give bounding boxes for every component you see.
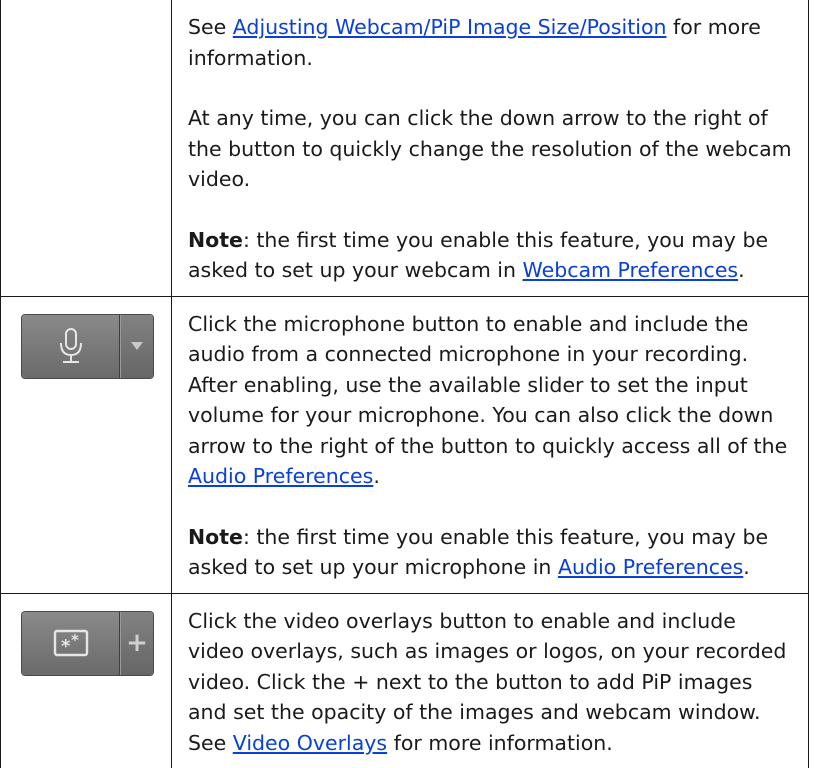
button-cell-empty	[0, 0, 172, 297]
dropdown-arrow-icon	[131, 342, 143, 350]
add-overlay-button[interactable]: +	[120, 611, 153, 675]
microphone-toggle[interactable]	[22, 314, 120, 378]
webcam-preferences-link[interactable]: Webcam Preferences	[523, 258, 739, 282]
note-paragraph: Note: the first time you enable this fea…	[188, 227, 769, 283]
note-paragraph: Note: the first time you enable this fea…	[188, 524, 769, 580]
description-cell: Click the video overlays button to enabl…	[171, 592, 809, 768]
microphone-button[interactable]	[22, 314, 153, 378]
microphone-icon	[59, 328, 82, 363]
audio-preferences-link[interactable]: Audio Preferences	[558, 555, 743, 579]
paragraph: See Adjusting Webcam/PiP Image Size/Posi…	[188, 15, 761, 70]
svg-text:*: *	[61, 636, 71, 657]
video-overlays-button[interactable]: * * +	[22, 611, 153, 675]
svg-text:*: *	[71, 631, 79, 649]
microphone-dropdown[interactable]	[120, 314, 153, 378]
paragraph: Click the microphone button to enable an…	[188, 311, 788, 489]
video-overlays-icon: * *	[53, 629, 88, 657]
button-cell	[0, 295, 172, 594]
button-cell: * * +	[0, 592, 172, 768]
paragraph: Click the video overlays button to enabl…	[188, 608, 787, 755]
description-cell: Click the microphone button to enable an…	[171, 295, 809, 594]
table-row-webcam: See Adjusting Webcam/PiP Image Size/Posi…	[0, 0, 809, 297]
description-cell: See Adjusting Webcam/PiP Image Size/Posi…	[171, 0, 809, 297]
note-label: Note	[188, 524, 243, 549]
plus-icon: +	[126, 628, 148, 658]
video-overlays-link[interactable]: Video Overlays	[233, 731, 387, 755]
feature-table: See Adjusting Webcam/PiP Image Size/Posi…	[0, 0, 809, 768]
audio-preferences-link[interactable]: Audio Preferences	[188, 464, 373, 488]
video-overlays-toggle[interactable]: * *	[22, 611, 120, 675]
adjusting-webcam-link[interactable]: Adjusting Webcam/PiP Image Size/Position	[233, 15, 667, 39]
table-row-video-overlays: * * + Click the video overlays button to…	[0, 592, 809, 768]
note-label: Note	[188, 227, 243, 252]
paragraph: At any time, you can click the down arro…	[188, 106, 792, 191]
table-row-microphone: Click the microphone button to enable an…	[0, 295, 809, 594]
